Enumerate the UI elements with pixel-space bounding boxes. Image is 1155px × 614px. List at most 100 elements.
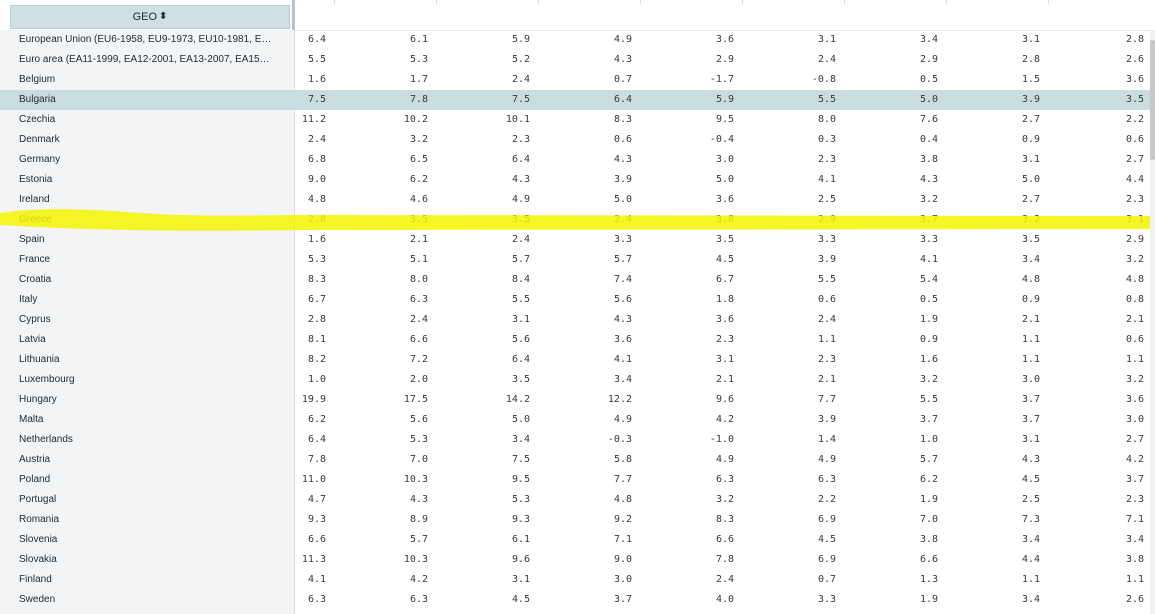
value-cell[interactable]: 4.9 [735,450,836,470]
value-cell[interactable]: 6.4 [225,430,326,450]
value-cell[interactable]: 5.3 [327,50,428,70]
value-cell[interactable]: 6.7 [225,290,326,310]
value-cell[interactable]: 2.2 [1043,110,1144,130]
value-cell[interactable]: 0.9 [939,130,1040,150]
value-cell[interactable]: 8.0 [735,110,836,130]
value-cell[interactable]: 7.8 [633,550,734,570]
value-cell[interactable]: 0.9 [837,330,938,350]
table-row[interactable]: Slovenia 6.6 5.7 6.1 7.1 6.6 4.5 3.8 3.4 3.4 [0,530,1155,550]
geo-column-header[interactable]: GEO ⬍ [10,5,290,29]
value-cell[interactable]: 4.9 [429,190,530,210]
value-cell[interactable]: 4.8 [1043,270,1144,290]
value-cell[interactable]: 6.4 [531,90,632,110]
value-cell[interactable]: 3.8 [837,530,938,550]
table-row[interactable]: Netherlands 6.4 5.3 3.4 -0.3 -1.0 1.4 1.0 3.1 2.7 [0,430,1155,450]
value-cell[interactable]: -0.3 [531,430,632,450]
value-cell[interactable]: 0.5 [837,70,938,90]
value-cell[interactable]: 10.2 [327,110,428,130]
value-cell[interactable]: 3.5 [327,210,428,230]
value-cell[interactable]: 3.1 [735,30,836,50]
value-cell[interactable]: 3.1 [633,350,734,370]
value-cell[interactable]: 5.6 [327,410,428,430]
table-row[interactable]: Bulgaria 7.5 7.8 7.5 6.4 5.9 5.5 5.0 3.9 3.5 [0,90,1155,110]
value-cell[interactable]: 8.3 [633,510,734,530]
value-cell[interactable]: 0.6 [531,130,632,150]
value-cell[interactable]: 7.2 [327,350,428,370]
table-row[interactable]: Germany 6.8 6.5 6.4 4.3 3.0 2.3 3.8 3.1 2.7 [0,150,1155,170]
value-cell[interactable]: 2.4 [735,310,836,330]
value-cell[interactable]: 6.3 [633,470,734,490]
value-cell[interactable]: 3.5 [1043,90,1144,110]
value-cell[interactable]: 3.1 [939,150,1040,170]
value-cell[interactable]: 8.4 [429,270,530,290]
value-cell[interactable]: 3.4 [1043,530,1144,550]
value-cell[interactable]: 2.1 [939,310,1040,330]
value-cell[interactable]: 6.2 [225,410,326,430]
value-cell[interactable]: 9.3 [225,510,326,530]
value-cell[interactable]: 7.5 [429,90,530,110]
value-cell[interactable]: 11.3 [225,550,326,570]
column-resize-handle[interactable] [1048,0,1049,4]
value-cell[interactable]: 3.1 [429,570,530,590]
value-cell[interactable]: 2.9 [837,50,938,70]
value-cell[interactable]: 2.8 [225,210,326,230]
value-cell[interactable]: 2.1 [327,230,428,250]
value-cell[interactable]: 7.3 [939,510,1040,530]
value-cell[interactable]: 14.2 [429,390,530,410]
table-row[interactable]: Latvia 8.1 6.6 5.6 3.6 2.3 1.1 0.9 1.1 0.6 [0,330,1155,350]
value-cell[interactable]: 5.9 [429,30,530,50]
value-cell[interactable]: 2.6 [1043,50,1144,70]
table-row[interactable]: Austria 7.8 7.0 7.5 5.8 4.9 4.9 5.7 4.3 4.2 [0,450,1155,470]
table-row[interactable]: Portugal 4.7 4.3 5.3 4.8 3.2 2.2 1.9 2.5 2.3 [0,490,1155,510]
value-cell[interactable]: 2.3 [1043,490,1144,510]
value-cell[interactable]: 2.5 [735,190,836,210]
value-cell[interactable]: 8.3 [531,110,632,130]
value-cell[interactable]: 19.9 [225,390,326,410]
value-cell[interactable]: 3.1 [429,310,530,330]
value-cell[interactable]: 3.5 [429,370,530,390]
value-cell[interactable]: 5.4 [837,270,938,290]
value-cell[interactable]: 3.6 [1043,70,1144,90]
value-cell[interactable]: 4.2 [633,410,734,430]
value-cell[interactable]: 5.9 [633,90,734,110]
value-cell[interactable]: 7.4 [531,270,632,290]
value-cell[interactable]: 4.1 [225,570,326,590]
value-cell[interactable]: 1.6 [225,70,326,90]
table-row[interactable]: European Union (EU6-1958, EU9-1973, EU10… [0,30,1155,50]
value-cell[interactable]: 5.5 [837,390,938,410]
table-row[interactable]: France 5.3 5.1 5.7 5.7 4.5 3.9 4.1 3.4 3.2 [0,250,1155,270]
table-row[interactable]: Euro area (EA11-1999, EA12-2001, EA13-20… [0,50,1155,70]
value-cell[interactable]: 3.9 [735,410,836,430]
value-cell[interactable]: 2.4 [429,230,530,250]
value-cell[interactable]: 2.4 [225,130,326,150]
column-resize-handle[interactable] [742,0,743,4]
value-cell[interactable]: 3.7 [837,410,938,430]
value-cell[interactable]: 0.3 [735,130,836,150]
value-cell[interactable]: 5.5 [429,290,530,310]
value-cell[interactable]: 1.5 [939,70,1040,90]
value-cell[interactable]: 5.0 [837,90,938,110]
value-cell[interactable]: 0.9 [939,290,1040,310]
value-cell[interactable]: 6.3 [735,470,836,490]
value-cell[interactable]: 3.0 [531,570,632,590]
value-cell[interactable]: 1.7 [327,70,428,90]
value-cell[interactable]: 5.3 [225,250,326,270]
column-resize-handle[interactable] [436,0,437,4]
value-cell[interactable]: 1.3 [837,570,938,590]
value-cell[interactable]: 5.7 [531,250,632,270]
value-cell[interactable]: 6.6 [225,530,326,550]
value-cell[interactable]: 7.0 [837,510,938,530]
value-cell[interactable]: 11.0 [225,470,326,490]
table-row[interactable]: Romania 9.3 8.9 9.3 9.2 8.3 6.9 7.0 7.3 7.1 [0,510,1155,530]
table-row[interactable]: Belgium 1.6 1.7 2.4 0.7 -1.7 -0.8 0.5 1.5 3.6 [0,70,1155,90]
value-cell[interactable]: 5.8 [531,450,632,470]
value-cell[interactable]: 4.4 [939,550,1040,570]
value-cell[interactable]: 6.5 [327,150,428,170]
value-cell[interactable]: 0.6 [1043,130,1144,150]
value-cell[interactable]: 3.7 [939,410,1040,430]
sort-updown-icon[interactable]: ⬍ [159,12,167,22]
value-cell[interactable]: 3.6 [633,310,734,330]
table-row[interactable]: Sweden 6.3 6.3 4.5 3.7 4.0 3.3 1.9 3.4 2.6 [0,590,1155,610]
value-cell[interactable]: 2.3 [1043,190,1144,210]
value-cell[interactable]: 1.9 [837,490,938,510]
